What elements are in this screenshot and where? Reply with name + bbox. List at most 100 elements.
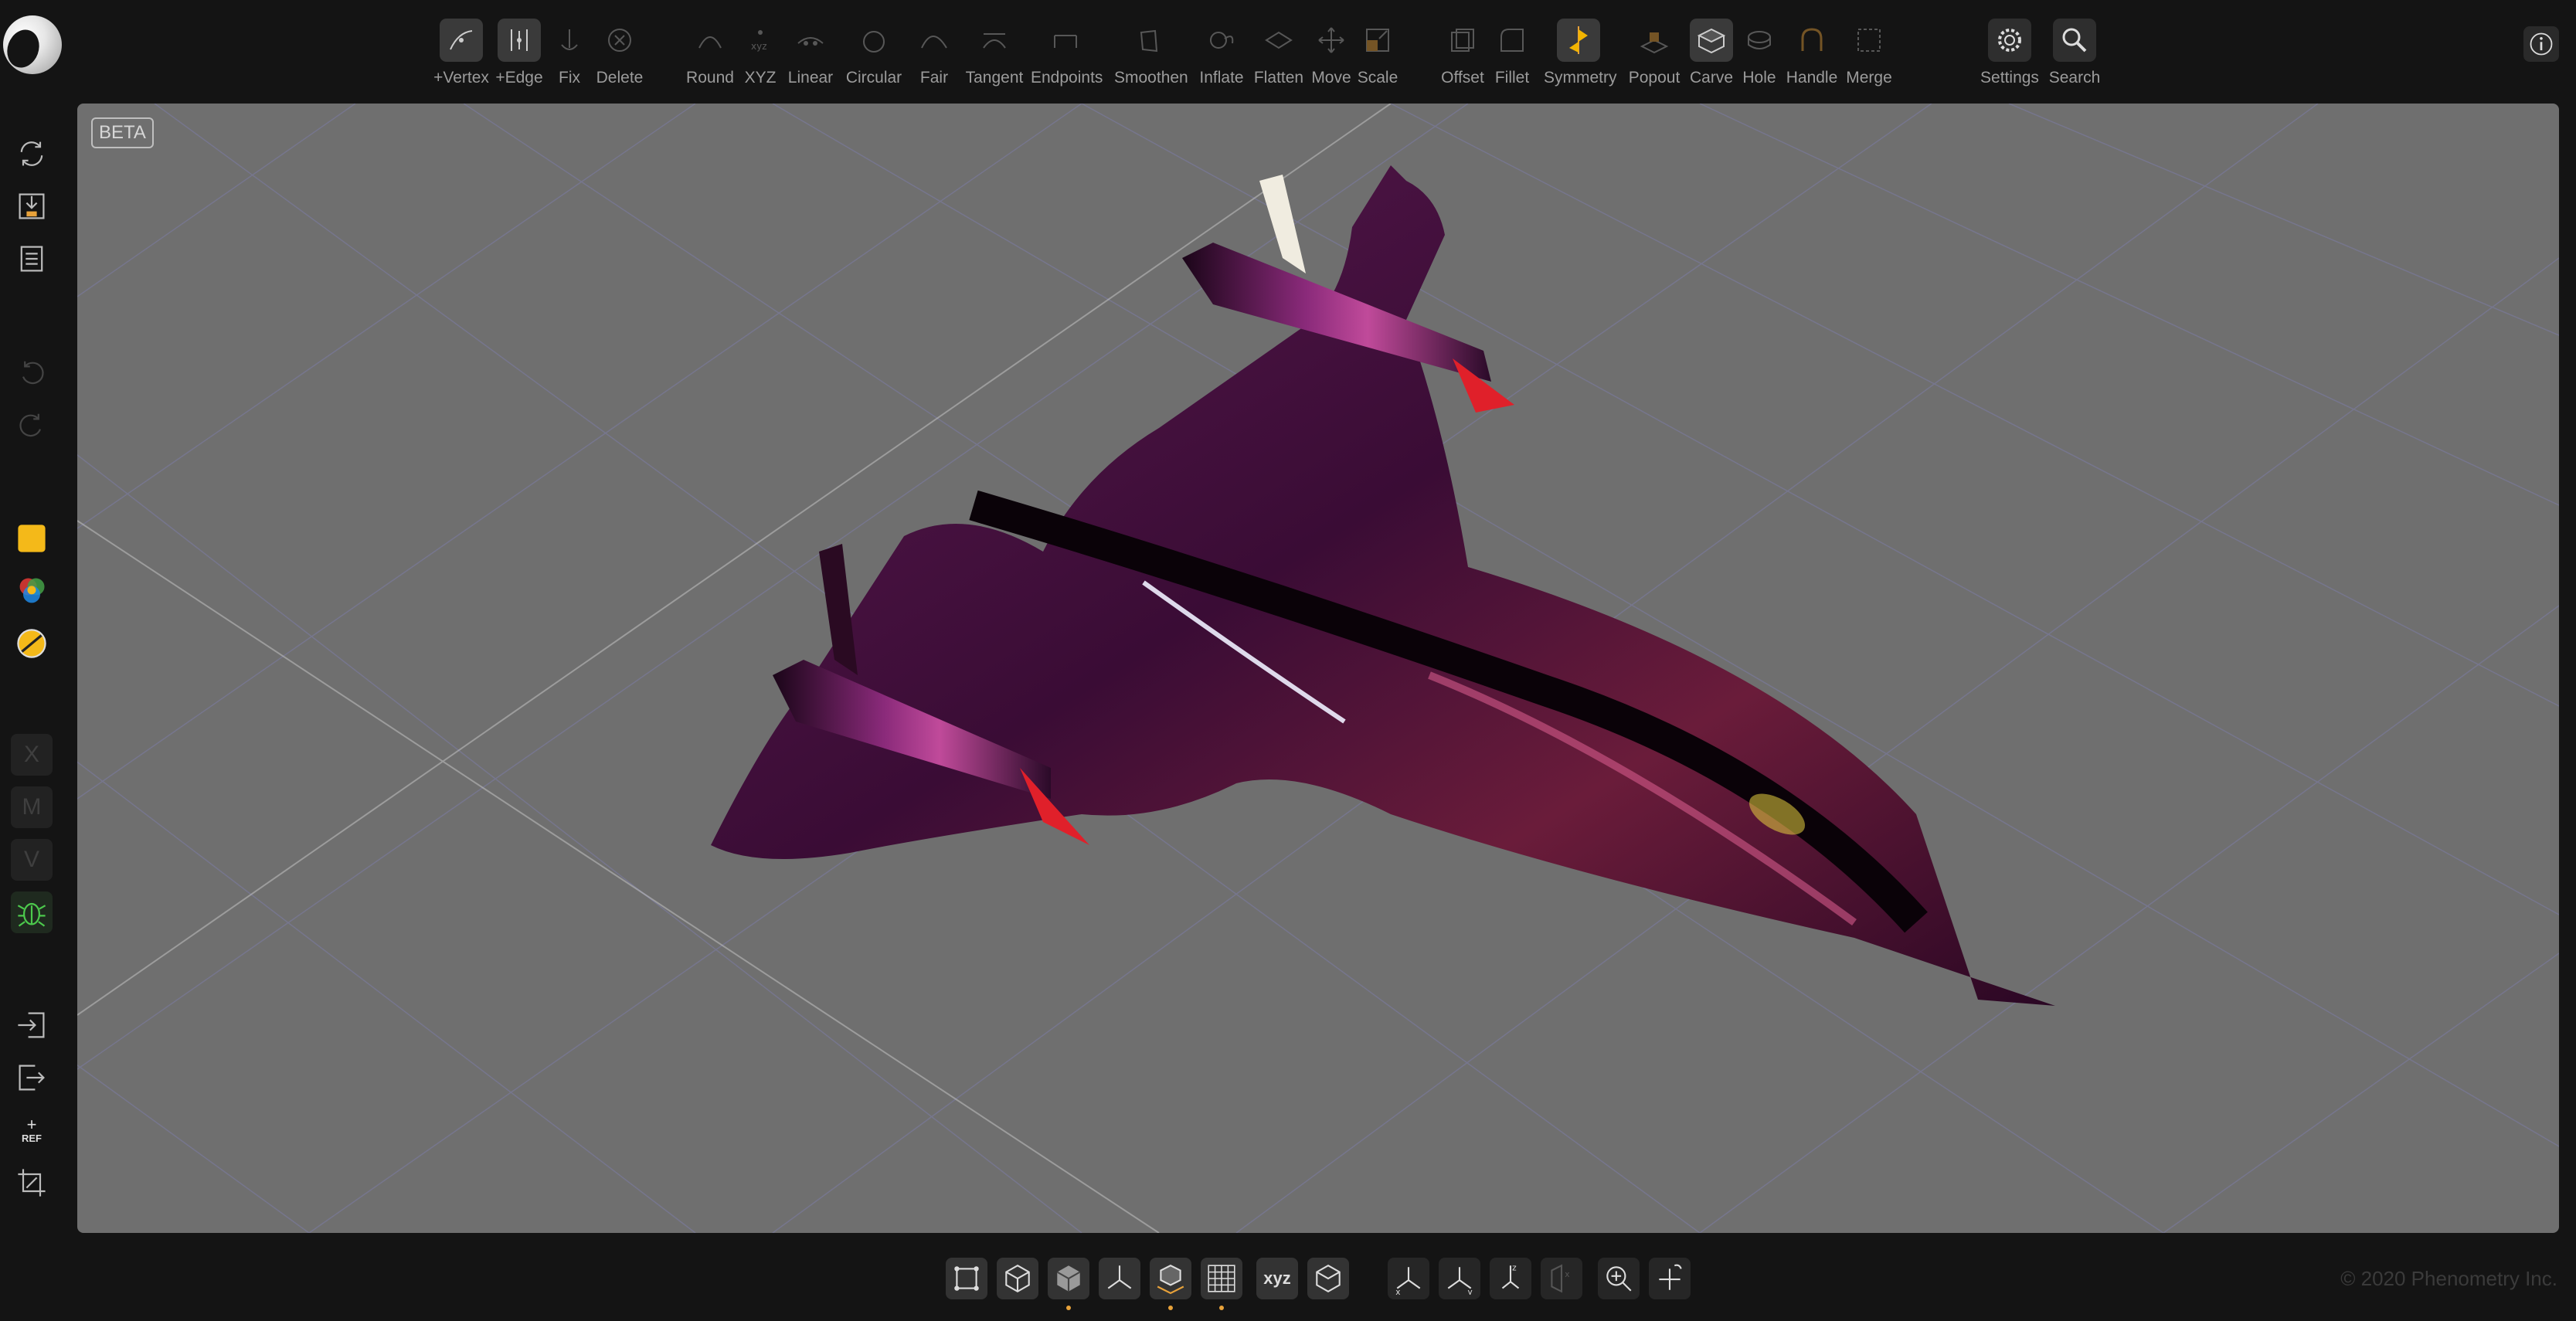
axis-x-icon: x	[1395, 1267, 1421, 1295]
scale-label: Scale	[1357, 69, 1398, 87]
zoom-icon	[1606, 1266, 1632, 1292]
refresh-icon	[20, 141, 43, 166]
box-outline-icon	[1316, 1264, 1341, 1293]
search-icon	[2053, 19, 2096, 62]
delete-icon	[598, 19, 641, 62]
crop-button[interactable]	[11, 1162, 53, 1204]
inflate-icon	[1200, 19, 1243, 62]
grid-toggle-button[interactable]	[1201, 1258, 1242, 1310]
axis-z-icon: z	[1501, 1264, 1520, 1289]
settings-label: Settings	[1980, 69, 2039, 87]
save-icon	[20, 246, 43, 272]
symmetry-label: Symmetry	[1544, 69, 1617, 87]
solid-mode-button[interactable]	[1048, 1258, 1089, 1310]
linear-icon	[789, 19, 832, 62]
info-button[interactable]	[2523, 26, 2559, 62]
add-reference-button[interactable]: + REF	[11, 1109, 53, 1151]
circular-label: Circular	[845, 69, 902, 87]
svg-text:x: x	[1565, 1270, 1569, 1279]
circular-button[interactable]: Circular	[839, 19, 909, 87]
aircraft-model	[711, 165, 2055, 1006]
fillet-button[interactable]: Fillet	[1477, 19, 1547, 87]
plus-icon	[1659, 1264, 1682, 1290]
beta-badge: BETA	[91, 117, 154, 148]
copyright-text: © 2020 Phenometry Inc.	[2340, 1267, 2557, 1290]
color-swatch-button[interactable]	[11, 518, 53, 559]
color-palette-button[interactable]	[11, 570, 53, 612]
app-logo[interactable]	[3, 15, 62, 74]
svg-text:xyz: xyz	[751, 41, 767, 52]
settings-button[interactable]: Settings	[1975, 19, 2044, 87]
tangent-label: Tangent	[965, 69, 1024, 87]
debug-button[interactable]	[11, 891, 53, 933]
circular-icon	[852, 19, 895, 62]
import-button[interactable]	[11, 1004, 53, 1046]
endpoints-button[interactable]: Endpoints	[1031, 19, 1103, 87]
tangent-button[interactable]: Tangent	[960, 19, 1029, 87]
active-indicator	[1066, 1306, 1071, 1310]
x-mode-label: X	[23, 742, 39, 767]
active-indicator	[1219, 1306, 1224, 1310]
scale-button[interactable]: Scale	[1343, 19, 1412, 87]
import-file-button[interactable]	[11, 185, 53, 227]
fillet-label: Fillet	[1494, 69, 1530, 87]
delete-button[interactable]: Delete	[585, 19, 654, 87]
endpoints-icon	[1044, 19, 1087, 62]
bug-icon	[17, 902, 46, 927]
add-vertex-icon	[440, 19, 483, 62]
svg-text:y: y	[1468, 1288, 1473, 1295]
active-indicator	[1168, 1306, 1173, 1310]
hole-icon	[1738, 19, 1781, 62]
flatten-icon	[1257, 19, 1300, 62]
vertex-cube-icon	[954, 1266, 979, 1291]
m-mode-button[interactable]: M	[11, 786, 53, 828]
ground-mode-button[interactable]	[1150, 1258, 1191, 1310]
linear-button[interactable]: Linear	[776, 19, 845, 87]
svg-text:x: x	[1395, 1288, 1400, 1295]
wireframe-mode-button[interactable]	[997, 1258, 1038, 1299]
smoothen-label: Smoothen	[1114, 69, 1188, 87]
zoom-button[interactable]	[1598, 1258, 1640, 1299]
3d-viewport[interactable]: BETA	[77, 104, 2559, 1233]
symmetry-icon	[1557, 19, 1600, 62]
sign-in-icon	[18, 1012, 45, 1038]
export-button[interactable]	[11, 1057, 53, 1099]
fair-label: Fair	[919, 69, 949, 87]
axes-mode-button[interactable]	[1099, 1258, 1140, 1299]
x-mode-button[interactable]: X	[11, 734, 53, 776]
axis-y-icon: y	[1447, 1267, 1473, 1295]
delete-label: Delete	[596, 69, 644, 87]
plus-icon: +	[26, 1114, 37, 1134]
tangent-icon	[973, 19, 1016, 62]
merge-icon	[1847, 19, 1891, 62]
view-y-button[interactable]: y	[1439, 1258, 1480, 1299]
merge-button[interactable]: Merge	[1834, 19, 1904, 87]
undo-icon	[22, 361, 44, 385]
v-mode-button[interactable]: V	[11, 839, 53, 881]
view-x-button[interactable]: x	[1388, 1258, 1429, 1299]
bounding-box-button[interactable]	[1307, 1258, 1349, 1299]
vertex-mode-button[interactable]	[946, 1258, 987, 1299]
v-mode-label: V	[23, 847, 39, 872]
smoothen-button[interactable]: Smoothen	[1114, 19, 1188, 87]
symmetry-button[interactable]: Symmetry	[1544, 19, 1617, 87]
xyz-mode-button[interactable]: xyz	[1256, 1258, 1298, 1299]
popout-icon	[1633, 19, 1676, 62]
fair-button[interactable]: Fair	[899, 19, 969, 87]
undo-button[interactable]	[11, 351, 53, 392]
grid-icon	[1208, 1265, 1235, 1292]
save-button[interactable]	[11, 238, 53, 280]
material-button[interactable]	[11, 623, 53, 664]
view-z-button[interactable]: z	[1490, 1258, 1531, 1299]
linear-label: Linear	[787, 69, 834, 87]
redo-button[interactable]	[11, 403, 53, 445]
redo-icon	[19, 413, 42, 437]
refresh-button[interactable]	[11, 133, 53, 175]
view-reset-button[interactable]: x	[1541, 1258, 1582, 1299]
add-view-button[interactable]	[1649, 1258, 1691, 1299]
merge-label: Merge	[1846, 69, 1892, 87]
download-icon	[19, 193, 45, 219]
search-label: Search	[2048, 69, 2101, 87]
xyz-mode-label: xyz	[1263, 1268, 1291, 1288]
search-button[interactable]: Search	[2040, 19, 2109, 87]
